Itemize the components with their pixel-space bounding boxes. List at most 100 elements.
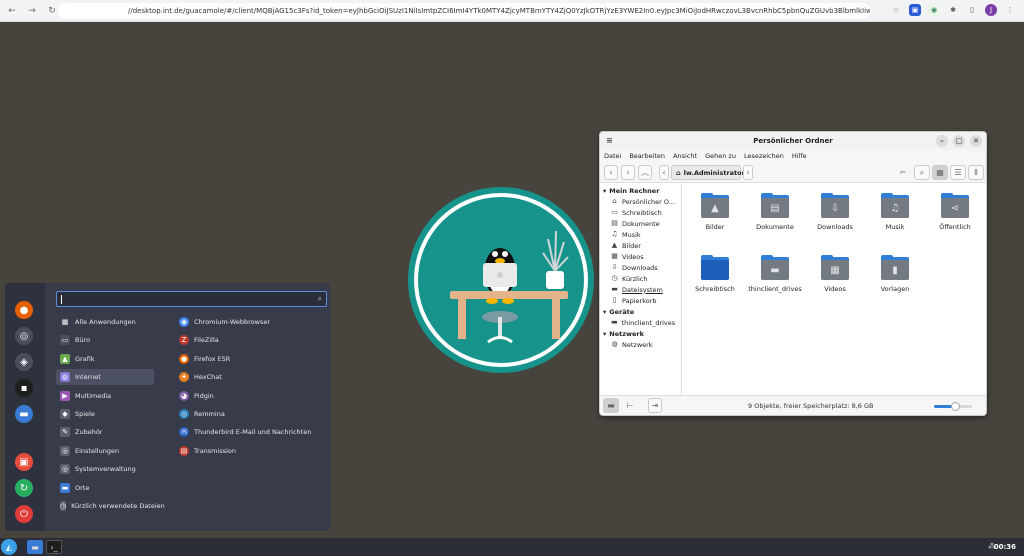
category-item[interactable]: ✎ Zubehör — [56, 424, 154, 440]
logout-icon[interactable]: ↻ — [15, 479, 33, 497]
power-icon[interactable]: ⏻ — [15, 505, 33, 523]
path-right-button[interactable]: › — [743, 165, 753, 180]
software-icon[interactable]: ◈ — [15, 353, 33, 371]
address-bar[interactable]: //desktop.int.de/guacamole/#/client/MQBj… — [58, 3, 870, 19]
menu-item[interactable]: Ansicht — [673, 152, 697, 160]
icon-view-button[interactable]: ▦ — [932, 165, 948, 180]
search-icon: ⌕ — [317, 294, 322, 303]
profile-avatar[interactable]: J — [985, 4, 997, 16]
app-icon: ✉ — [179, 427, 189, 438]
folder-item[interactable]: ▬ thinclient_drives — [745, 255, 805, 293]
sidepanel-icon[interactable]: ▯ — [966, 4, 978, 16]
menu-search-input[interactable]: ⌕ — [56, 291, 327, 307]
kebab-menu-icon[interactable]: ⋮ — [1004, 4, 1016, 16]
sidebar-item[interactable]: ▬thinclient_drives⏏ — [600, 317, 681, 328]
sidebar-item[interactable]: ▲ Bilder — [600, 240, 681, 251]
start-menu-icon[interactable]: ◭ — [1, 539, 17, 555]
folder-item[interactable]: Schreibtisch — [685, 255, 745, 293]
back-icon[interactable]: ← — [4, 3, 20, 19]
maximize-icon[interactable]: □ — [953, 135, 965, 147]
app-item[interactable]: ✉ Thunderbird E-Mail und Nachrichten — [175, 424, 311, 440]
browser-toolbar: ← → ↻ //desktop.int.de/guacamole/#/clien… — [0, 0, 1024, 22]
forward-button[interactable]: › — [621, 165, 635, 180]
app-item[interactable]: Z FileZilla — [175, 332, 219, 348]
path-left-button[interactable]: ‹ — [659, 165, 669, 180]
favorites-panel: ● ◎ ◈ ▪ ▬ ▣ ↻ ⏻ — [5, 283, 45, 531]
zoom-slider-knob[interactable] — [951, 402, 960, 411]
back-button[interactable]: ‹ — [604, 165, 618, 180]
minimize-icon[interactable]: – — [936, 135, 948, 147]
menu-item[interactable]: Lesezeichen — [744, 152, 784, 160]
category-item[interactable]: ▭ Büro — [56, 332, 154, 348]
sidebar-section-title: Netzwerk — [609, 329, 644, 338]
lock-icon[interactable]: ▣ — [15, 453, 33, 471]
category-item[interactable]: ◆ Spiele — [56, 406, 154, 422]
category-item[interactable]: ◎ Systemverwaltung — [56, 461, 154, 477]
category-item[interactable]: ◍ Internet — [56, 369, 154, 386]
app-item[interactable]: ◕ Pidgin — [175, 388, 214, 404]
app-item[interactable]: ▤ Transmission — [175, 443, 236, 459]
sidebar-item[interactable]: ♫ Musik — [600, 229, 681, 240]
app-item[interactable]: ◉ Chromium-Webbrowser — [175, 314, 270, 330]
folder-item[interactable]: ▦ Videos — [805, 255, 865, 293]
menu-item[interactable]: Datei — [604, 152, 621, 160]
category-item[interactable]: ◎ Einstellungen — [56, 443, 154, 459]
terminal-icon[interactable]: ▪ — [15, 379, 33, 397]
forward-icon[interactable]: → — [24, 3, 40, 19]
window-menu-icon[interactable]: ≡ — [606, 136, 613, 145]
search-button[interactable]: ⌕ — [914, 165, 930, 180]
sidebar-section-header[interactable]: ▾ Geräte — [600, 306, 681, 317]
sidebar-item[interactable]: ◍ Netzwerk — [600, 339, 681, 350]
hide-sidebar-button[interactable]: ⇥ — [648, 398, 662, 413]
puzzle-icon[interactable]: ✱ — [947, 4, 959, 16]
menu-item[interactable]: Bearbeiten — [629, 152, 665, 160]
terminal-here-icon[interactable]: ⌐ — [895, 165, 911, 180]
sidebar-section-header[interactable]: ▾ Netzwerk — [600, 328, 681, 339]
show-tree-button[interactable]: ⊢ — [622, 398, 638, 413]
sidebar-item[interactable]: ▦ Videos — [600, 251, 681, 262]
folder-item[interactable]: ▲ Bilder — [685, 193, 745, 231]
close-icon[interactable]: ✕ — [970, 135, 982, 147]
app-icon: ◎ — [179, 409, 189, 419]
taskbar-files-icon[interactable]: ▬ — [27, 540, 43, 554]
sidebar-item[interactable]: ◷ Kürzlich — [600, 273, 681, 284]
settings-icon[interactable]: ◎ — [15, 327, 33, 345]
folder-item[interactable]: ▮ Vorlagen — [865, 255, 925, 293]
app-item[interactable]: ● Firefox ESR — [175, 351, 230, 367]
category-item[interactable]: ▶ Multimedia — [56, 388, 154, 404]
category-item[interactable]: ◷ Kürzlich verwendete Dateien — [56, 498, 165, 514]
category-item[interactable]: ▦ Alle Anwendungen — [56, 314, 154, 330]
folder-item[interactable]: ▤ Dokumente — [745, 193, 805, 231]
menu-item[interactable]: Hilfe — [792, 152, 807, 160]
app-item[interactable]: ◎ Remmina — [175, 406, 225, 422]
files-icon[interactable]: ▬ — [15, 405, 33, 423]
sidebar-section-header[interactable]: ▾ Mein Rechner — [600, 185, 681, 196]
app-item[interactable]: ✦ HexChat — [175, 369, 222, 385]
sidebar-item[interactable]: ▬ Dateisystem — [600, 284, 681, 295]
taskbar-terminal-icon[interactable]: ›_ — [46, 540, 62, 554]
bookmark-icon[interactable]: ☆ — [890, 4, 902, 16]
category-item[interactable]: ▲ Grafik — [56, 351, 154, 367]
list-view-button[interactable]: ☰ — [950, 165, 966, 180]
sidebar-item[interactable]: ▯ Papierkorb — [600, 295, 681, 306]
folder-item[interactable]: ♫ Musik — [865, 193, 925, 231]
breadcrumb[interactable]: ⌂ lw.Administrator — [671, 165, 745, 180]
clock[interactable]: 00:36 — [994, 543, 1016, 551]
sidebar-item[interactable]: ▭ Schreibtisch — [600, 207, 681, 218]
extension-green-icon[interactable]: ◉ — [928, 4, 940, 16]
window-titlebar[interactable]: ≡ Persönlicher Ordner – □ ✕ — [600, 132, 986, 150]
show-places-button[interactable]: ▬ — [603, 398, 619, 413]
sidebar-item[interactable]: ▤ Dokumente — [600, 218, 681, 229]
firefox-icon[interactable]: ● — [15, 301, 33, 319]
zoom-slider[interactable] — [934, 402, 972, 411]
up-button[interactable]: ︿ — [638, 165, 652, 180]
menu-item[interactable]: Gehen zu — [705, 152, 736, 160]
trash-icon: ▯ — [612, 296, 617, 304]
compact-view-button[interactable]: ⦀ — [968, 165, 984, 180]
sidebar-item[interactable]: ⌂ Persönlicher O... — [600, 196, 681, 207]
folder-item[interactable]: ⋖ Öffentlich — [925, 193, 985, 231]
category-item[interactable]: ▬ Orte — [56, 480, 154, 496]
sidebar-item[interactable]: ⇩ Downloads — [600, 262, 681, 273]
folder-item[interactable]: ⇩ Downloads — [805, 193, 865, 231]
extension-blue-icon[interactable]: ▣ — [909, 4, 921, 16]
